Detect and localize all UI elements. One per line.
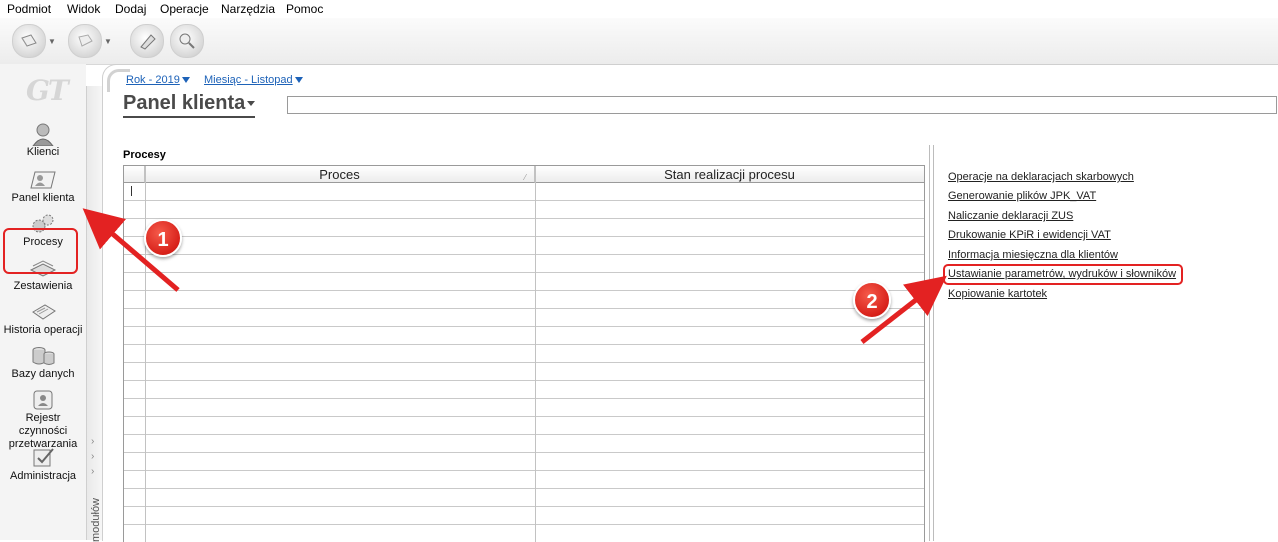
- menu-pomoc[interactable]: Pomoc: [286, 2, 323, 16]
- dropdown-arrow-icon: [181, 77, 190, 84]
- column-divider: [145, 166, 146, 542]
- forward-arrow-icon: [78, 34, 93, 47]
- chevron-right-icon[interactable]: ›: [91, 436, 94, 447]
- sidebar-item-administracja[interactable]: Administracja: [0, 446, 86, 483]
- month-selector[interactable]: Miesiąc - Listopad: [204, 74, 303, 86]
- highlight-ustawianie-parametrow: [943, 264, 1183, 285]
- back-dropdown-icon[interactable]: ▼: [48, 37, 56, 46]
- year-label: Rok - 2019: [126, 74, 180, 86]
- row-header-corner: [124, 166, 145, 183]
- admin-icon: [33, 448, 54, 467]
- column-header-label: Stan realizacji procesu: [664, 167, 795, 182]
- link-jpk-vat[interactable]: Generowanie plików JPK_VAT: [948, 190, 1096, 202]
- sidebar-item-label: Klienci: [26, 146, 60, 158]
- sidebar-item-klienci[interactable]: Klienci: [0, 122, 86, 159]
- column-divider: [535, 166, 536, 542]
- back-button[interactable]: [12, 24, 46, 58]
- link-kpir-vat[interactable]: Drukowanie KPiR i ewidencji VAT: [948, 229, 1111, 241]
- dropdown-arrow-icon: [247, 101, 256, 107]
- database-icon: [32, 347, 55, 365]
- annotation-badge-2: 2: [853, 281, 891, 319]
- search-people-button[interactable]: [170, 24, 204, 58]
- chevron-right-icon[interactable]: ›: [91, 466, 94, 477]
- left-sidebar: GT Klienci Panel klienta Procesy Zestawi…: [0, 64, 86, 540]
- user-icon: [32, 123, 54, 146]
- link-informacja-miesieczna[interactable]: Informacja miesięczna dla klientów: [948, 249, 1118, 261]
- sidebar-item-bazy-danych[interactable]: Bazy danych: [0, 344, 86, 381]
- sidebar-item-label: Bazy danych: [11, 368, 75, 380]
- stamp-icon: [140, 34, 156, 50]
- link-kopiowanie-kartotek[interactable]: Kopiowanie kartotek: [948, 288, 1047, 300]
- forward-button[interactable]: [68, 24, 102, 58]
- menu-podmiot[interactable]: Podmiot: [7, 2, 51, 16]
- text-cursor: [131, 186, 132, 196]
- pane-splitter[interactable]: [929, 145, 934, 541]
- menu-dodaj[interactable]: Dodaj: [115, 2, 146, 16]
- toolbar: ▼ ▼: [0, 18, 1278, 65]
- link-deklaracje-zus[interactable]: Naliczanie deklaracji ZUS: [948, 210, 1073, 222]
- sidebar-item-label: Historia operacji: [3, 324, 83, 336]
- sidebar-item-label: Administracja: [9, 470, 77, 482]
- menu-bar: Podmiot Widok Dodaj Operacje Narzędzia P…: [0, 0, 1278, 18]
- column-header-label: Proces: [319, 167, 360, 182]
- month-label: Miesiąc - Listopad: [204, 74, 293, 86]
- sort-icon: ⁄: [524, 173, 526, 182]
- main-panel: Rok - 2019 Miesiąc - Listopad Panel klie…: [102, 64, 1278, 542]
- menu-operacje[interactable]: Operacje: [160, 2, 209, 16]
- link-operacje-deklaracje[interactable]: Operacje na deklaracjach skarbowych: [948, 171, 1134, 183]
- year-selector[interactable]: Rok - 2019: [126, 74, 190, 86]
- menu-narzedzia[interactable]: Narzędzia: [221, 2, 275, 16]
- section-label: Procesy: [123, 149, 166, 161]
- column-header-stan[interactable]: Stan realizacji procesu: [535, 166, 924, 183]
- search-input[interactable]: [287, 96, 1277, 114]
- annotation-badge-1: 1: [144, 219, 182, 257]
- search-icon: [179, 33, 195, 49]
- sidebar-item-panel-klienta[interactable]: Panel klienta: [0, 168, 86, 205]
- column-header-proces[interactable]: Proces ⁄: [145, 166, 535, 183]
- page-title[interactable]: Panel klienta: [123, 92, 256, 118]
- menu-widok[interactable]: Widok: [67, 2, 100, 16]
- module-label: modułów: [90, 497, 103, 542]
- stamp-button[interactable]: [130, 24, 164, 58]
- card-user-icon: [30, 171, 56, 189]
- sidebar-item-historia-operacji[interactable]: Historia operacji: [0, 300, 86, 337]
- sidebar-item-label: Zestawienia: [13, 280, 73, 292]
- process-table[interactable]: Proces ⁄ Stan realizacji procesu: [123, 165, 925, 542]
- sidebar-item-label: Panel klienta: [11, 192, 75, 204]
- sidebar-item-rejestr-czynnosci[interactable]: Rejestr czynności przetwarzania: [0, 388, 86, 451]
- back-arrow-icon: [21, 34, 37, 47]
- highlight-panel-klienta: [3, 228, 78, 274]
- forward-dropdown-icon[interactable]: ▼: [104, 37, 112, 46]
- id-card-icon: [33, 390, 53, 410]
- chevron-right-icon[interactable]: ›: [91, 451, 94, 462]
- notepad-icon: [32, 304, 56, 320]
- sidebar-item-label: Rejestr czynności: [18, 412, 68, 437]
- page-title-text: Panel klienta: [123, 92, 246, 114]
- dropdown-arrow-icon: [294, 77, 303, 84]
- app-logo: GT: [26, 74, 69, 107]
